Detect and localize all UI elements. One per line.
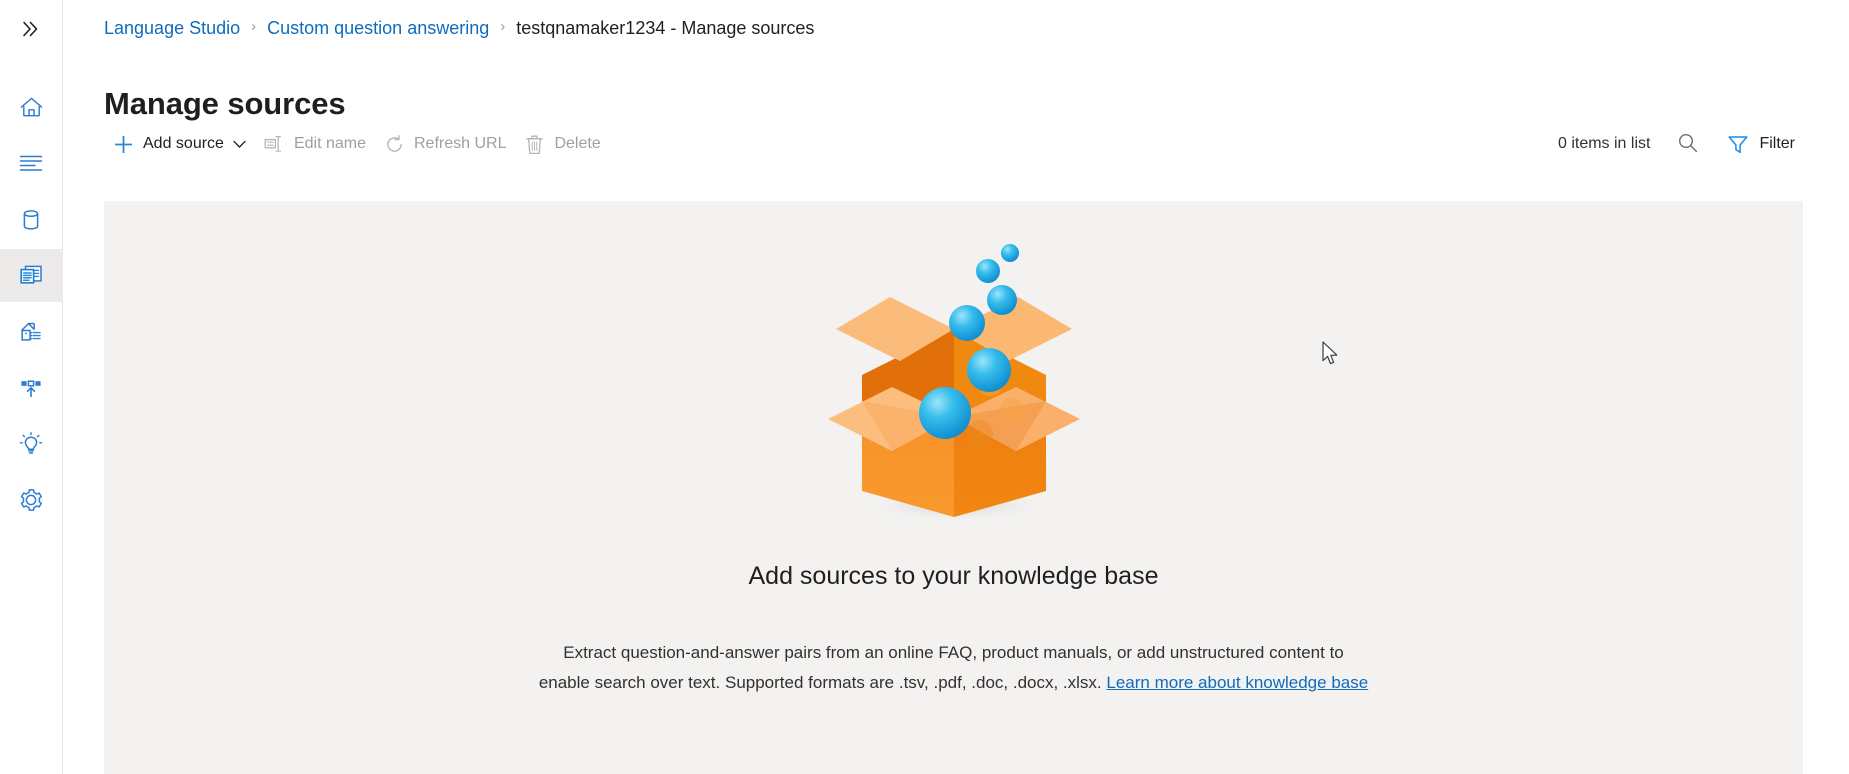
breadcrumb: Language Studio › Custom question answer…	[104, 14, 814, 42]
search-button[interactable]	[1671, 127, 1705, 161]
chevron-down-icon	[233, 140, 246, 149]
app-root: Language Studio › Custom question answer…	[0, 0, 1849, 774]
edit-name-label: Edit name	[293, 135, 366, 152]
sidebar-item-test-model[interactable]	[0, 417, 63, 470]
breadcrumb-item-language-studio[interactable]: Language Studio	[104, 14, 240, 42]
refresh-url-label: Refresh URL	[413, 135, 507, 152]
sidebar-item-projects[interactable]	[0, 137, 63, 190]
items-count-label: 0 items in list	[1557, 135, 1651, 152]
empty-state-panel: Add sources to your knowledge base Extra…	[104, 201, 1803, 774]
sidebar-item-deploy-model[interactable]	[0, 361, 63, 414]
filter-funnel-icon	[1727, 134, 1749, 154]
sidebar-item-expand-nav[interactable]	[0, 2, 63, 55]
crane-icon	[18, 319, 44, 344]
empty-state-illustration	[804, 205, 1104, 535]
main-content-area: Language Studio › Custom question answer…	[63, 0, 1849, 774]
command-bar-left-group: Add source Edit name Refresh URL Delete	[104, 126, 610, 162]
add-source-button[interactable]: Add source	[104, 126, 255, 162]
chevron-double-right-icon	[20, 18, 42, 40]
gear-icon	[18, 487, 44, 513]
trash-icon	[524, 134, 545, 155]
filter-label: Filter	[1759, 135, 1795, 152]
database-icon	[19, 208, 43, 232]
sidebar-item-manage-sources[interactable]	[0, 249, 63, 302]
rename-icon	[264, 134, 285, 155]
breadcrumb-item-custom-question-answering[interactable]: Custom question answering	[267, 14, 489, 42]
command-bar-right-group: 0 items in list Filter	[1558, 127, 1803, 161]
empty-state-description: Extract question-and-answer pairs from a…	[539, 638, 1369, 698]
breadcrumb-separator: ›	[251, 18, 257, 35]
refresh-url-button[interactable]: Refresh URL	[375, 126, 515, 162]
breadcrumb-item-current: testqnamaker1234 - Manage sources	[516, 18, 815, 38]
text-lines-icon	[18, 153, 44, 175]
lightbulb-icon	[18, 431, 44, 457]
empty-state-heading: Add sources to your knowledge base	[748, 562, 1159, 590]
breadcrumb-separator: ›	[500, 18, 506, 35]
sidebar-item-home[interactable]	[0, 81, 63, 134]
filter-button[interactable]: Filter	[1721, 127, 1803, 161]
pages-icon	[18, 263, 45, 288]
delete-label: Delete	[554, 135, 601, 152]
sidebar-item-data[interactable]	[0, 193, 63, 246]
learn-more-link[interactable]: Learn more about knowledge base	[1106, 673, 1368, 692]
refresh-icon	[384, 134, 405, 155]
left-nav-rail	[0, 0, 63, 774]
search-icon	[1677, 132, 1699, 157]
page-title: Manage sources	[104, 85, 346, 121]
command-bar: Add source Edit name Refresh URL Delete …	[104, 126, 1803, 162]
plus-icon	[113, 134, 134, 155]
edit-name-button[interactable]: Edit name	[255, 126, 375, 162]
home-icon	[19, 95, 44, 120]
deploy-upload-icon	[18, 376, 44, 400]
add-source-label: Add source	[143, 135, 224, 152]
sidebar-item-settings[interactable]	[0, 473, 63, 526]
sidebar-item-train-model[interactable]	[0, 305, 63, 358]
delete-button[interactable]: Delete	[515, 126, 609, 162]
